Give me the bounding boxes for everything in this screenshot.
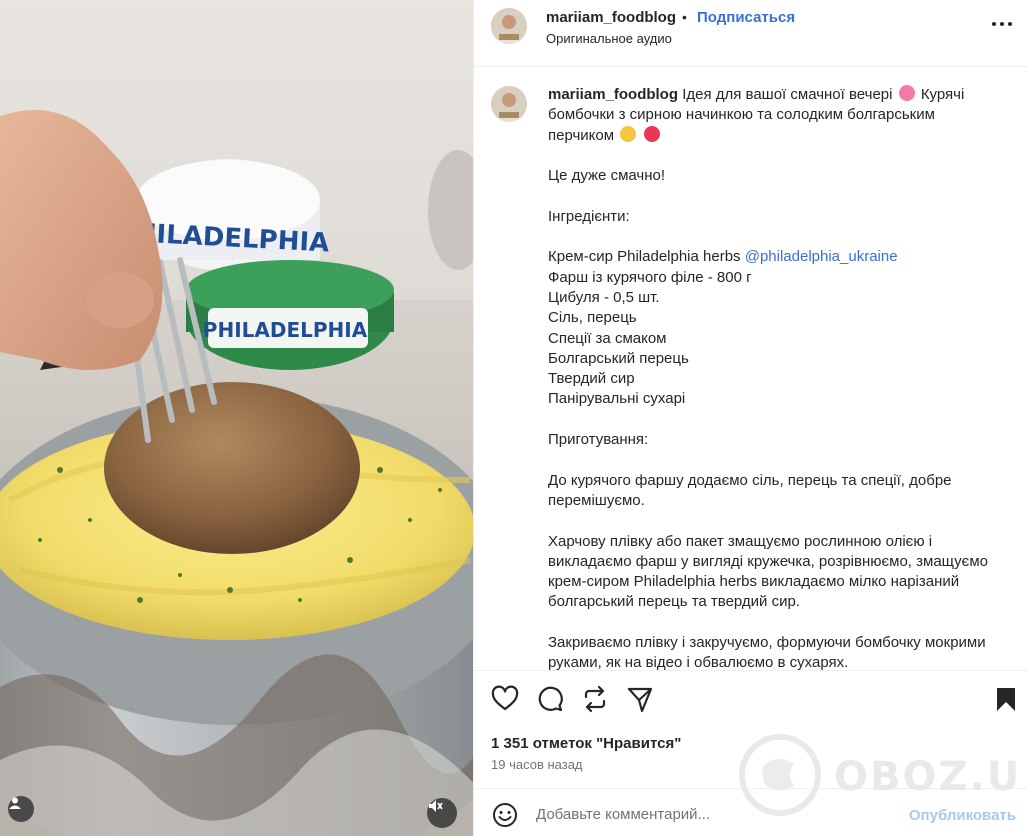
ingredient-item: Цибуля - 0,5 шт. [548, 288, 660, 306]
preparation-step: До курячого фаршу додаємо сіль, перець т… [548, 471, 952, 509]
author-username[interactable]: mariiam_foodblog [546, 9, 676, 26]
avatar-image [491, 86, 527, 122]
heart-eyes-emoji-icon [898, 85, 915, 101]
repost-icon[interactable] [581, 685, 609, 713]
follow-button[interactable]: Подписаться [697, 9, 795, 26]
heart-emoji-icon [644, 125, 661, 142]
package-label-green: PHILADELPHIA [203, 318, 368, 342]
caption-text: mariiam_foodblog Ідея для вашої смачної … [548, 85, 998, 670]
food-photo: PHILADELPHIA PHILADELPHIA [0, 0, 473, 836]
speaker-muted-icon [429, 800, 443, 812]
user-icon [9, 797, 21, 809]
caption-avatar[interactable] [491, 86, 527, 122]
separator-dot: • [682, 9, 687, 25]
avatar-image [491, 8, 527, 44]
preparation-step: Харчову плівку або пакет змащуємо рослин… [548, 532, 988, 611]
caption-username[interactable]: mariiam_foodblog [548, 86, 678, 103]
share-icon[interactable] [626, 685, 654, 713]
tongue-emoji-icon [620, 125, 637, 142]
ingredient-item: Твердий сир [548, 370, 635, 388]
publish-button[interactable]: Опубликовать [909, 807, 1016, 824]
caption-area: mariiam_foodblog Ідея для вашої смачної … [474, 68, 1027, 670]
like-heart-icon[interactable] [491, 685, 519, 713]
post-actions: 1 351 отметок "Нравится" 19 часов назад [474, 670, 1027, 788]
ingredient-item: Фарш із курячого філе - 800 г [548, 268, 752, 286]
ingredient-item: Спеції за смаком [548, 329, 667, 347]
more-options-icon[interactable] [990, 17, 1014, 31]
post-panel: mariiam_foodblog • Подписаться Оригиналь… [473, 0, 1027, 836]
bookmark-icon[interactable] [992, 685, 1020, 713]
tagged-users-button[interactable] [8, 796, 34, 822]
ingredient-item: Сіль, перець [548, 309, 637, 327]
mention-link[interactable]: @philadelphia_ukraine [745, 248, 898, 265]
caption-intro: Ідея для вашої смачної вечері [682, 86, 893, 103]
comment-icon[interactable] [536, 685, 564, 713]
preparation-step: Закриваємо плівку і закручуємо, формуючи… [548, 634, 986, 670]
ingredient-item: Панірувальні сухарі [548, 390, 686, 408]
comment-bar: Опубликовать [474, 788, 1027, 836]
post-media[interactable]: PHILADELPHIA PHILADELPHIA [0, 0, 473, 836]
preparation-heading: Приготування: [548, 431, 649, 449]
ingredients-heading: Інгредієнти: [548, 207, 630, 225]
audio-link[interactable]: Оригинальное аудио [546, 31, 672, 46]
caption-line: Це дуже смачно! [548, 167, 666, 185]
ingredient-item: Болгарський перець [548, 349, 689, 367]
likes-count[interactable]: 1 351 отметок "Нравится" [491, 735, 681, 752]
comment-input[interactable] [536, 801, 896, 827]
mute-button[interactable] [427, 798, 457, 828]
post-timestamp[interactable]: 19 часов назад [491, 757, 583, 772]
emoji-picker-icon[interactable] [492, 802, 518, 828]
author-avatar[interactable] [491, 8, 527, 44]
ingredient-item: Крем-сир Philadelphia herbs [548, 248, 741, 266]
post-header: mariiam_foodblog • Подписаться Оригиналь… [474, 0, 1027, 67]
